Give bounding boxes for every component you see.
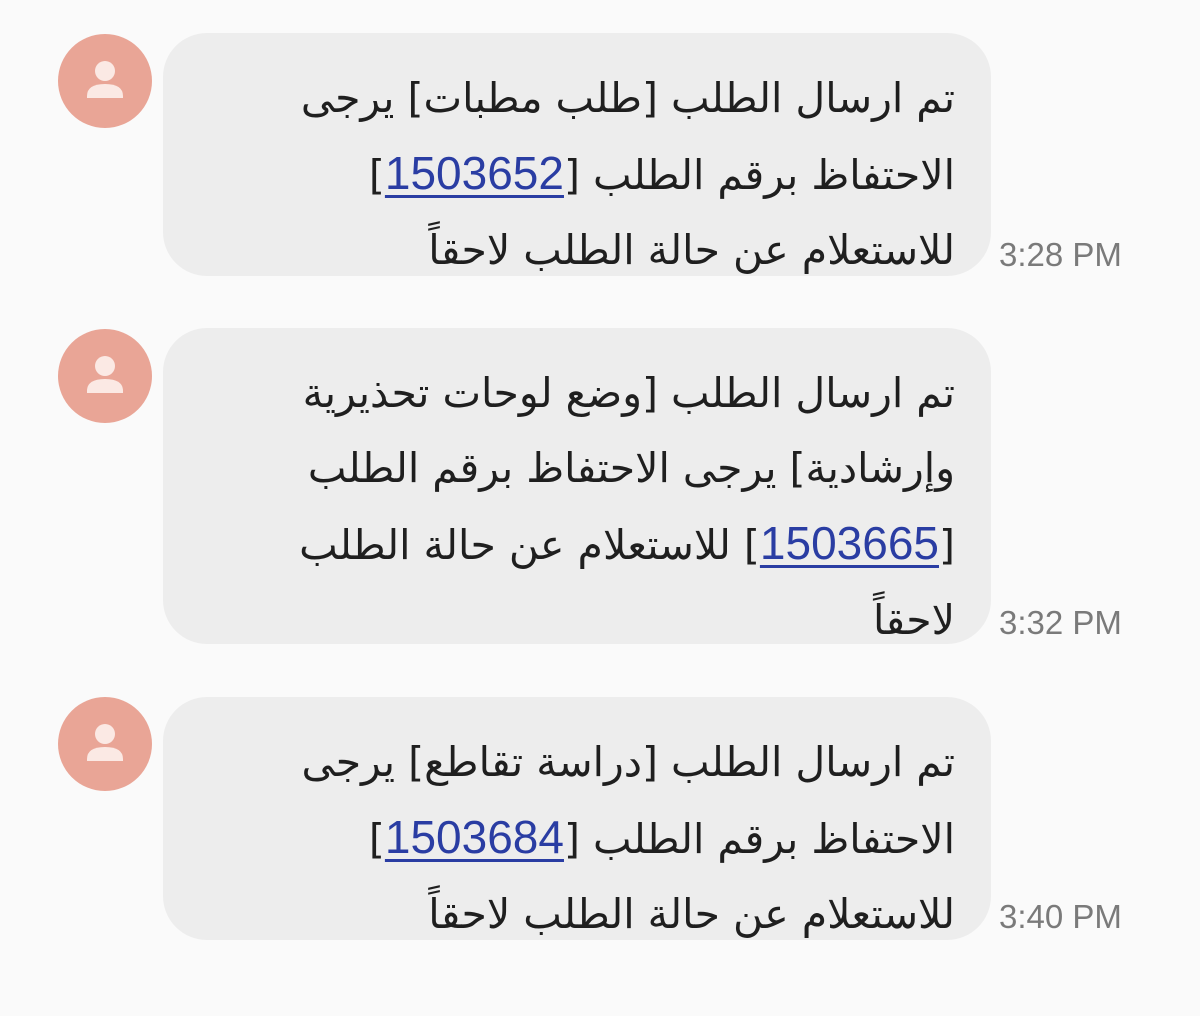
person-icon [87, 61, 123, 98]
contact-avatar[interactable] [58, 34, 152, 128]
contact-avatar[interactable] [58, 329, 152, 423]
message-bubble[interactable]: تم ارسال الطلب [وضع لوحات تحذيرية وإرشاد… [163, 328, 991, 644]
message-text: تم ارسال الطلب [دراسة تقاطع] يرجى الاحتف… [301, 738, 955, 938]
request-number-link[interactable]: 1503665 [760, 517, 939, 569]
request-number-link[interactable]: 1503652 [385, 147, 564, 199]
contact-avatar[interactable] [58, 697, 152, 791]
person-icon [87, 356, 123, 393]
message-text: تم ارسال الطلب [وضع لوحات تحذيرية وإرشاد… [299, 369, 955, 644]
message-bubble[interactable]: تم ارسال الطلب [دراسة تقاطع] يرجى الاحتف… [163, 697, 991, 940]
message-timestamp: 3:28 PM [999, 236, 1122, 273]
message-timestamp: 3:32 PM [999, 604, 1122, 641]
person-icon [87, 724, 123, 761]
message-text: تم ارسال الطلب [طلب مطبات] يرجى الاحتفاظ… [300, 74, 955, 274]
message-bubble[interactable]: تم ارسال الطلب [طلب مطبات] يرجى الاحتفاظ… [163, 33, 991, 276]
request-number-link[interactable]: 1503684 [385, 811, 564, 863]
message-timestamp: 3:40 PM [999, 898, 1122, 935]
